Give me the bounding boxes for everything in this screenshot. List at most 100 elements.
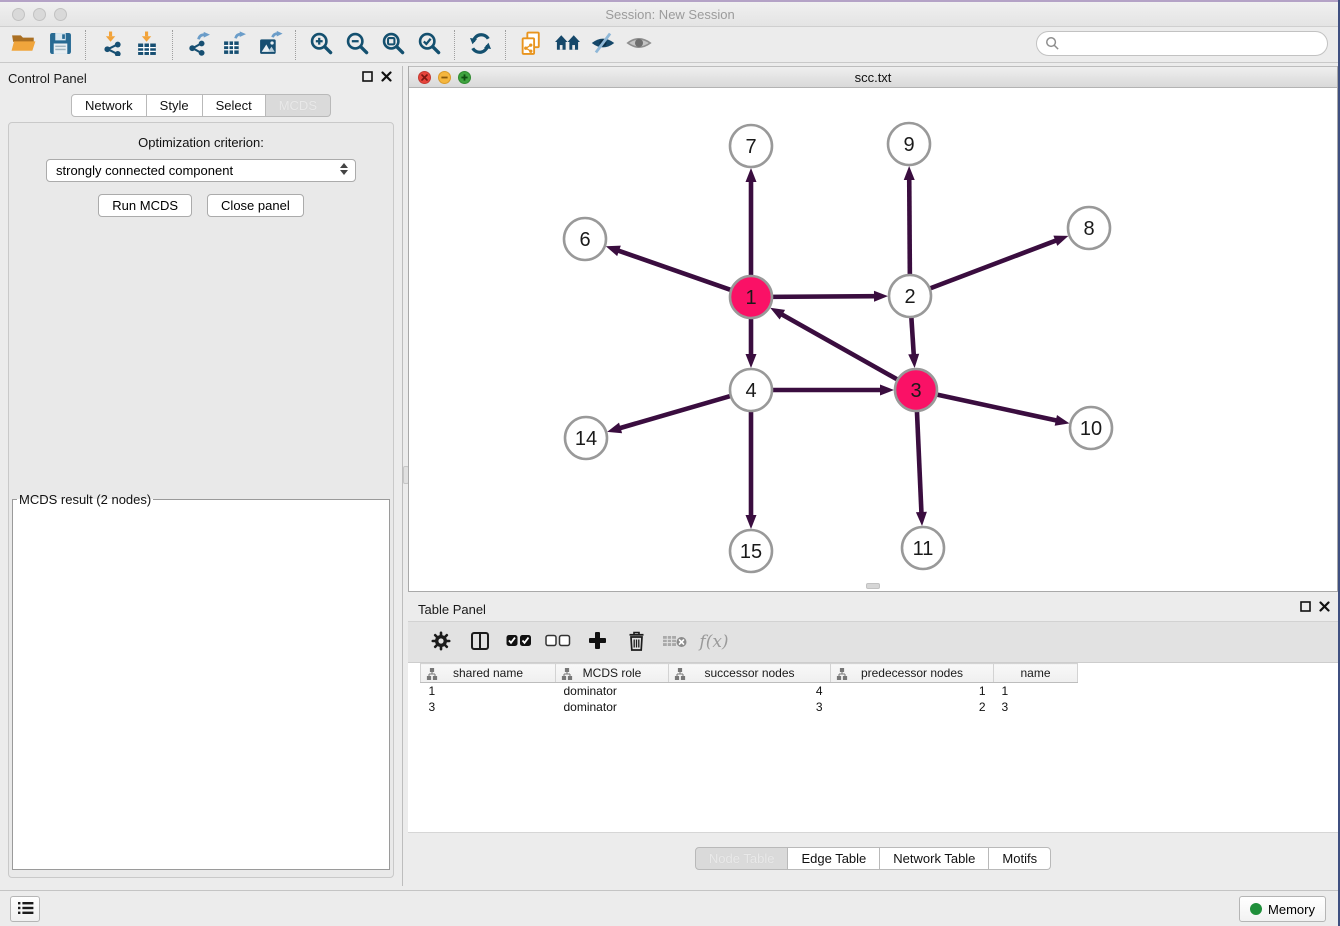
float-panel-icon[interactable] <box>362 71 373 82</box>
column-header-shared-name[interactable]: shared name <box>421 664 556 683</box>
table-panel-tabs: Node TableEdge TableNetwork TableMotifs <box>408 847 1338 870</box>
optimization-criterion-label: Optimization criterion: <box>138 135 264 150</box>
eye-icon <box>626 31 652 58</box>
node-label-4: 4 <box>745 380 756 402</box>
edge-2-8[interactable] <box>927 240 1057 290</box>
hide-selected-button[interactable] <box>585 30 621 60</box>
tab-style[interactable]: Style <box>147 94 203 117</box>
search-input[interactable] <box>1036 31 1328 56</box>
home-views-icon[interactable] <box>549 30 585 60</box>
arrowhead-icon <box>1053 236 1068 246</box>
export-network-button[interactable] <box>180 30 216 60</box>
sort-hierarchy-icon <box>426 668 438 683</box>
export-image-button[interactable] <box>252 30 288 60</box>
node-label-6: 6 <box>579 229 590 251</box>
open-session-button[interactable] <box>6 30 42 60</box>
show-all-button[interactable] <box>621 30 657 60</box>
zoom-selected-icon <box>417 31 442 59</box>
table-toolbar: f(x) <box>408 621 1338 663</box>
close-panel-icon[interactable] <box>381 71 392 82</box>
show-column-panel-button[interactable] <box>465 627 495 657</box>
eye-slash-icon <box>590 31 616 58</box>
column-header-successor-nodes[interactable]: successor nodes <box>669 664 831 683</box>
arrowhead-icon <box>770 308 785 320</box>
control-panel-tabs: NetworkStyleSelectMCDS <box>0 94 402 117</box>
window-title: Session: New Session <box>0 7 1340 22</box>
tab-edge-table[interactable]: Edge Table <box>788 847 880 870</box>
control-panel: Control Panel NetworkStyleSelectMCDS Opt… <box>0 66 402 886</box>
network-window-titlebar[interactable]: scc.txt <box>409 66 1337 88</box>
column-header-name[interactable]: name <box>994 664 1078 683</box>
network-canvas[interactable]: 7968124314101511 <box>409 88 1337 590</box>
close-panel-button[interactable]: Close panel <box>207 194 304 217</box>
title-bar: Session: New Session <box>0 2 1340 27</box>
import-table-button[interactable] <box>129 30 165 60</box>
tab-mcds[interactable]: MCDS <box>266 94 331 117</box>
edge-3-11[interactable] <box>917 408 922 514</box>
function-builder-button[interactable]: f(x) <box>699 627 729 657</box>
arrowhead-icon <box>746 168 757 182</box>
network-view-window: scc.txt 7968124314101511 <box>408 66 1338 592</box>
import-table-icon <box>135 31 160 59</box>
export-table-button[interactable] <box>216 30 252 60</box>
float-table-panel-icon[interactable] <box>1300 601 1311 612</box>
arrowhead-icon <box>746 354 757 368</box>
tab-network[interactable]: Network <box>71 94 147 117</box>
zoom-fit-button[interactable] <box>375 30 411 60</box>
node-label-9: 9 <box>903 134 914 156</box>
network-view-title: scc.txt <box>409 70 1337 85</box>
sort-hierarchy-icon <box>836 668 848 683</box>
arrowhead-icon <box>607 423 622 434</box>
node-label-11: 11 <box>913 538 934 560</box>
node-label-15: 15 <box>740 541 762 563</box>
task-history-button[interactable] <box>10 896 40 922</box>
tab-network-table[interactable]: Network Table <box>880 847 989 870</box>
dropdown-stepper-icon <box>340 163 348 175</box>
edge-4-14[interactable] <box>619 395 734 428</box>
toolbar-separator <box>172 30 173 60</box>
edge-2-9[interactable] <box>909 178 910 278</box>
table-header-row: shared nameMCDS rolesuccessor nodesprede… <box>421 664 1078 683</box>
gear-icon <box>431 631 451 654</box>
save-floppy-icon <box>49 32 72 58</box>
mcds-result-list[interactable]: 1 3 <box>14 508 377 512</box>
select-all-rows-button[interactable] <box>504 627 534 657</box>
delete-row-button[interactable] <box>621 627 651 657</box>
clone-network-button[interactable] <box>513 30 549 60</box>
import-network-button[interactable] <box>93 30 129 60</box>
criterion-dropdown[interactable]: strongly connected component <box>46 159 356 182</box>
node-label-3: 3 <box>910 380 921 402</box>
column-header-predecessor-nodes[interactable]: predecessor nodes <box>831 664 994 683</box>
canvas-resize-grip[interactable] <box>866 583 880 589</box>
table-row[interactable]: 3dominator323 <box>421 699 1078 715</box>
delete-table-button[interactable] <box>660 627 690 657</box>
memory-button[interactable]: Memory <box>1239 896 1326 922</box>
column-header-MCDS-role[interactable]: MCDS role <box>556 664 669 683</box>
refresh-layout-button[interactable] <box>462 30 498 60</box>
edge-3-1[interactable] <box>781 314 901 381</box>
zoom-in-button[interactable] <box>303 30 339 60</box>
zoom-out-button[interactable] <box>339 30 375 60</box>
table-panel: Table Panel f(x) <box>408 595 1338 886</box>
search-box <box>1036 31 1328 56</box>
refresh-icon <box>468 31 493 59</box>
import-network-icon <box>99 31 124 59</box>
add-row-button[interactable] <box>582 627 612 657</box>
node-label-1: 1 <box>745 287 756 309</box>
save-session-button[interactable] <box>42 30 78 60</box>
edge-2-3[interactable] <box>911 314 914 356</box>
tab-node-table[interactable]: Node Table <box>695 847 789 870</box>
tab-select[interactable]: Select <box>203 94 266 117</box>
zoom-selected-button[interactable] <box>411 30 447 60</box>
run-mcds-button[interactable]: Run MCDS <box>98 194 192 217</box>
arrowhead-icon <box>908 354 919 368</box>
tab-motifs[interactable]: Motifs <box>989 847 1051 870</box>
edge-3-10[interactable] <box>934 394 1058 421</box>
mcds-result-box: MCDS result (2 nodes) 1 3 <box>12 492 390 870</box>
edge-1-2[interactable] <box>769 296 876 297</box>
table-row[interactable]: 1dominator411 <box>421 683 1078 699</box>
table-settings-button[interactable] <box>426 627 456 657</box>
deselect-all-rows-button[interactable] <box>543 627 573 657</box>
edge-1-6[interactable] <box>617 250 734 291</box>
close-table-panel-icon[interactable] <box>1319 601 1330 612</box>
